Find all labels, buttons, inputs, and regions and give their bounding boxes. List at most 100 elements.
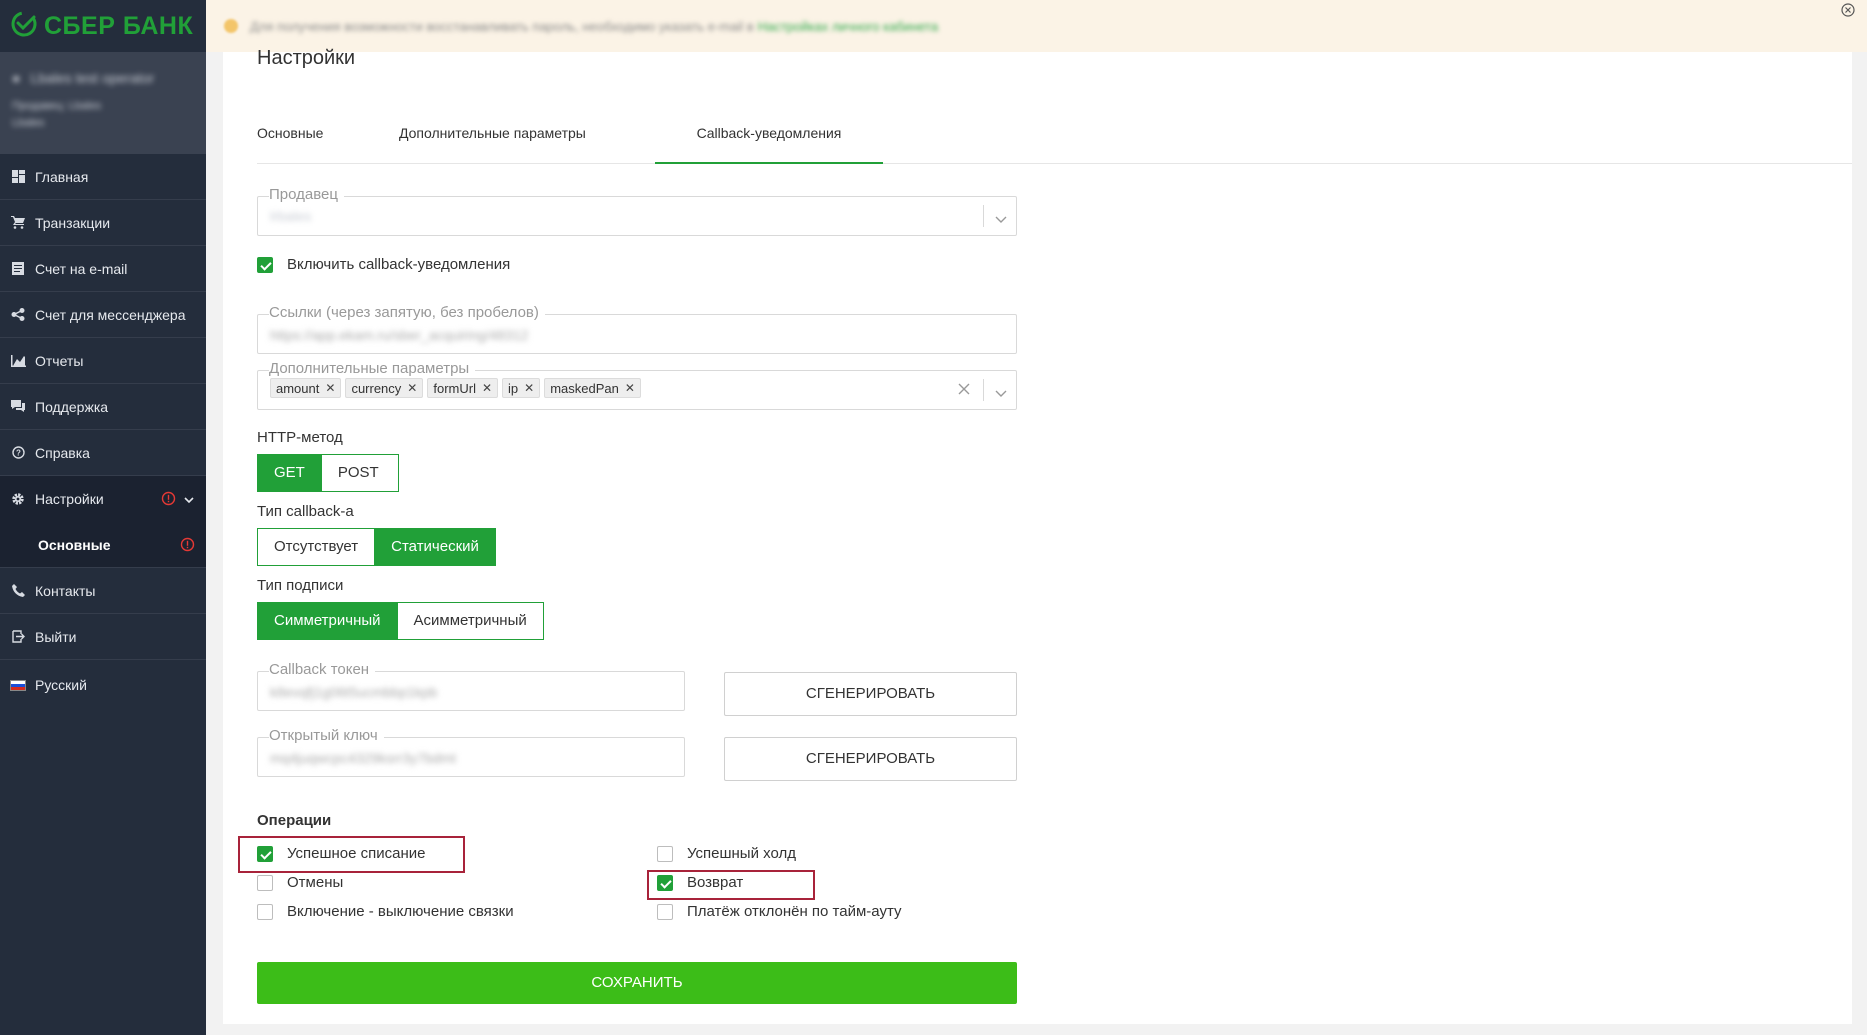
seller-label: Продавец [269, 186, 344, 203]
urls-label: Ссылки (через запятую, без пробелов) [269, 304, 545, 321]
sign-type-toggle: Симметричный Асимметричный [257, 602, 544, 640]
save-button[interactable]: СОХРАНИТЬ [257, 962, 1017, 1004]
op-cancel-label: Отмены [287, 874, 344, 891]
cart-icon [10, 215, 26, 231]
sidebar-item-transactions[interactable]: Транзакции [0, 200, 206, 246]
select-separator [983, 205, 984, 227]
op-refund-label: Возврат [687, 874, 744, 891]
sidebar-item-support[interactable]: Поддержка [0, 384, 206, 430]
warning-icon [180, 537, 196, 553]
remove-chip-icon[interactable]: ✕ [625, 381, 635, 395]
tab-general[interactable]: Основные [257, 111, 329, 162]
op-cancel-checkbox[interactable] [257, 875, 273, 891]
scrollbar[interactable] [1852, 52, 1867, 1035]
http-post-button[interactable]: POST [321, 454, 399, 492]
brand-name: СБЕР БАНК [44, 11, 194, 40]
callback-none-button[interactable]: Отсутствует [257, 528, 376, 566]
op-hold-success-label: Успешный холд [687, 845, 796, 862]
chip-maskedpan: maskedPan ✕ [544, 378, 641, 398]
select-separator [983, 379, 984, 401]
chat-icon [10, 399, 26, 415]
user-icon: ● [12, 70, 21, 86]
close-icon[interactable] [1841, 3, 1855, 20]
callback-type-toggle: Отсутствует Статический [257, 528, 496, 566]
chart-icon [10, 353, 26, 369]
http-method-label: HTTP-метод [257, 429, 349, 446]
remove-chip-icon[interactable]: ✕ [524, 381, 534, 395]
settings-card: Настройки Основные Дополнительные параме… [223, 47, 1852, 1024]
flag-ru-icon [10, 677, 26, 693]
chip-formurl: formUrl ✕ [427, 378, 499, 398]
callback-static-button[interactable]: Статический [375, 528, 496, 566]
dashboard-icon [10, 169, 26, 185]
sidebar-item-settings[interactable]: Настройки [0, 476, 206, 522]
sidebar-menu: Главная Транзакции Счет на e-mail Счет д… [0, 154, 206, 710]
remove-chip-icon[interactable]: ✕ [407, 381, 417, 395]
op-binding-toggle-checkbox[interactable] [257, 904, 273, 920]
sidebar-subitem-general[interactable]: Основные [0, 522, 206, 568]
tab-callback[interactable]: Callback-уведомления [655, 111, 883, 164]
callback-type-label: Тип callback-а [257, 503, 360, 520]
brand-logo[interactable]: СБЕР БАНК [0, 0, 206, 52]
sign-type-label: Тип подписи [257, 577, 350, 594]
sign-symmetric-button[interactable]: Симметричный [257, 602, 398, 640]
notice-text: Для получения возможности восстанавливат… [250, 18, 754, 34]
sidebar-item-invoice-email[interactable]: Счет на e-mail [0, 246, 206, 292]
sidebar-item-logout[interactable]: Выйти [0, 614, 206, 660]
enable-callback-checkbox[interactable] [257, 257, 273, 273]
sidebar-item-help[interactable]: ? Справка [0, 430, 206, 476]
sber-logo-icon [10, 10, 38, 43]
phone-icon [10, 583, 26, 599]
invoice-icon [10, 261, 26, 277]
op-timeout-decline-checkbox[interactable] [657, 904, 673, 920]
sidebar-item-home[interactable]: Главная [0, 154, 206, 200]
op-hold-success-checkbox[interactable] [657, 846, 673, 862]
user-info: Продавец: Lbales Lbales [12, 100, 102, 129]
chevron-down-icon[interactable] [995, 211, 1007, 229]
chip-ip: ip ✕ [502, 378, 541, 398]
generate-token-button[interactable]: СГЕНЕРИРОВАТЬ [724, 672, 1017, 716]
chip-amount: amount ✕ [270, 378, 342, 398]
logout-icon [10, 629, 26, 645]
chip-list: amount ✕ currency ✕ formUrl ✕ ip ✕ maskedPan… [270, 378, 645, 398]
operations-title: Операции [257, 812, 332, 829]
svg-text:?: ? [16, 449, 21, 458]
callback-token-label: Callback токен [269, 661, 376, 678]
op-refund-checkbox[interactable] [657, 875, 673, 891]
user-name: ● Lbales test operator [12, 70, 155, 86]
info-icon [224, 19, 238, 33]
http-method-toggle: GET POST [257, 454, 399, 492]
notice-bar: Для получения возможности восстанавливат… [206, 0, 1867, 52]
op-binding-toggle-label: Включение - выключение связки [287, 903, 514, 920]
clear-icon[interactable] [958, 382, 970, 400]
share-icon [10, 307, 26, 323]
op-charge-success-label: Успешное списание [287, 845, 426, 862]
tab-bar: Основные Дополнительные параметры Callba… [257, 111, 1852, 164]
gear-icon [10, 491, 26, 507]
page-title: Настройки [257, 47, 356, 69]
sidebar: СБЕР БАНК ● Lbales test operator Продаве… [0, 0, 206, 1035]
sidebar-item-language[interactable]: Русский [0, 660, 206, 710]
sidebar-item-reports[interactable]: Отчеты [0, 338, 206, 384]
sidebar-item-invoice-messenger[interactable]: Счет для мессенджера [0, 292, 206, 338]
http-get-button[interactable]: GET [257, 454, 322, 492]
user-block: ● Lbales test operator Продавец: Lbales … [0, 52, 206, 154]
warning-icon [161, 491, 176, 509]
remove-chip-icon[interactable]: ✕ [482, 381, 492, 395]
notice-link[interactable]: Настройках личного кабинета [758, 19, 938, 34]
sidebar-item-contacts[interactable]: Контакты [0, 568, 206, 614]
generate-key-button[interactable]: СГЕНЕРИРОВАТЬ [724, 737, 1017, 781]
tab-additional-params[interactable]: Дополнительные параметры [399, 111, 609, 162]
sign-asymmetric-button[interactable]: Асимметричный [397, 602, 544, 640]
op-charge-success-checkbox[interactable] [257, 846, 273, 862]
chevron-down-icon[interactable] [995, 385, 1007, 403]
help-icon: ? [10, 445, 26, 461]
extra-params-label: Дополнительные параметры [269, 360, 476, 377]
enable-callback-label: Включить callback-уведомления [287, 256, 511, 273]
chevron-down-icon [184, 491, 194, 507]
seller-select[interactable]: lrbales [257, 196, 1017, 236]
chip-currency: currency ✕ [345, 378, 424, 398]
public-key-label: Открытый ключ [269, 727, 384, 744]
op-timeout-decline-label: Платёж отклонён по тайм-ауту [687, 903, 902, 920]
remove-chip-icon[interactable]: ✕ [325, 381, 335, 395]
